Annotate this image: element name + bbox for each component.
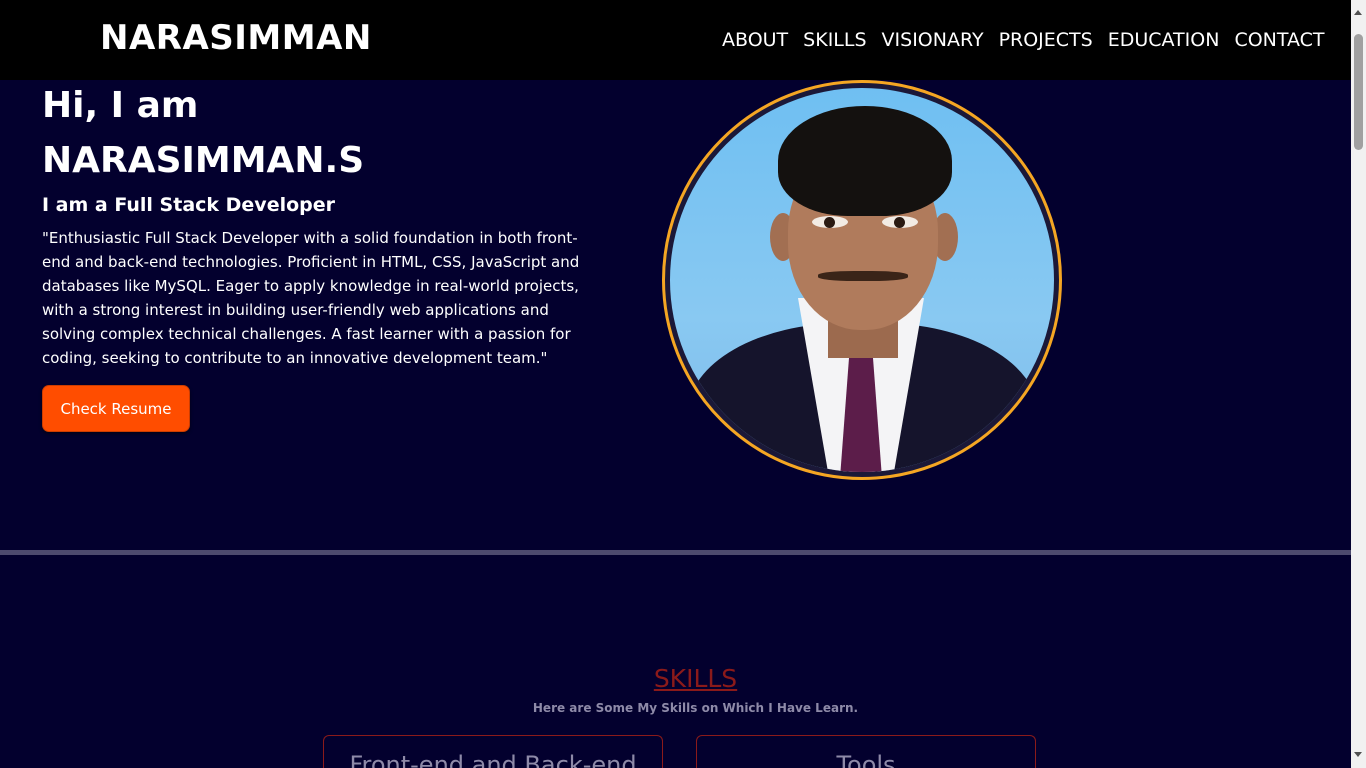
- nav-link-contact[interactable]: CONTACT: [1234, 29, 1324, 51]
- photo-hair: [778, 106, 952, 216]
- profile-photo: [662, 80, 1062, 480]
- skill-card-title: Front-end and Back-end: [349, 751, 637, 768]
- profile-photo-image: [670, 88, 1054, 472]
- scroll-down-arrow-icon[interactable]: [1354, 752, 1362, 757]
- skills-subtitle: Here are Some My Skills on Which I Have …: [532, 701, 859, 715]
- scrollbar-thumb[interactable]: [1354, 34, 1363, 150]
- nav-link-projects[interactable]: PROJECTS: [999, 29, 1093, 51]
- navbar: NARASIMMAN ABOUT SKILLS VISIONARY PROJEC…: [0, 0, 1351, 80]
- brand-logo[interactable]: NARASIMMAN: [100, 18, 372, 58]
- check-resume-button[interactable]: Check Resume: [42, 385, 190, 432]
- nav-links: ABOUT SKILLS VISIONARY PROJECTS EDUCATIO…: [722, 29, 1325, 51]
- nav-link-about[interactable]: ABOUT: [722, 29, 788, 51]
- skill-card-frontend-backend: Front-end and Back-end: [323, 735, 663, 768]
- hero-role: I am a Full Stack Developer: [42, 194, 336, 216]
- nav-link-visionary[interactable]: VISIONARY: [882, 29, 984, 51]
- nav-link-skills[interactable]: SKILLS: [803, 29, 866, 51]
- hero-name: NARASIMMAN.S: [42, 140, 365, 181]
- section-divider: [0, 550, 1351, 555]
- skill-card-title: Tools: [836, 751, 896, 768]
- skill-card-tools: Tools: [696, 735, 1036, 768]
- scroll-up-arrow-icon[interactable]: [1354, 10, 1362, 15]
- photo-pupil-right: [894, 217, 905, 228]
- hero-greeting: Hi, I am: [42, 85, 199, 126]
- photo-mustache: [818, 271, 908, 281]
- skills-heading: SKILLS: [653, 664, 738, 693]
- nav-link-education[interactable]: EDUCATION: [1108, 29, 1220, 51]
- hero-description: "Enthusiastic Full Stack Developer with …: [42, 229, 580, 367]
- photo-pupil-left: [824, 217, 835, 228]
